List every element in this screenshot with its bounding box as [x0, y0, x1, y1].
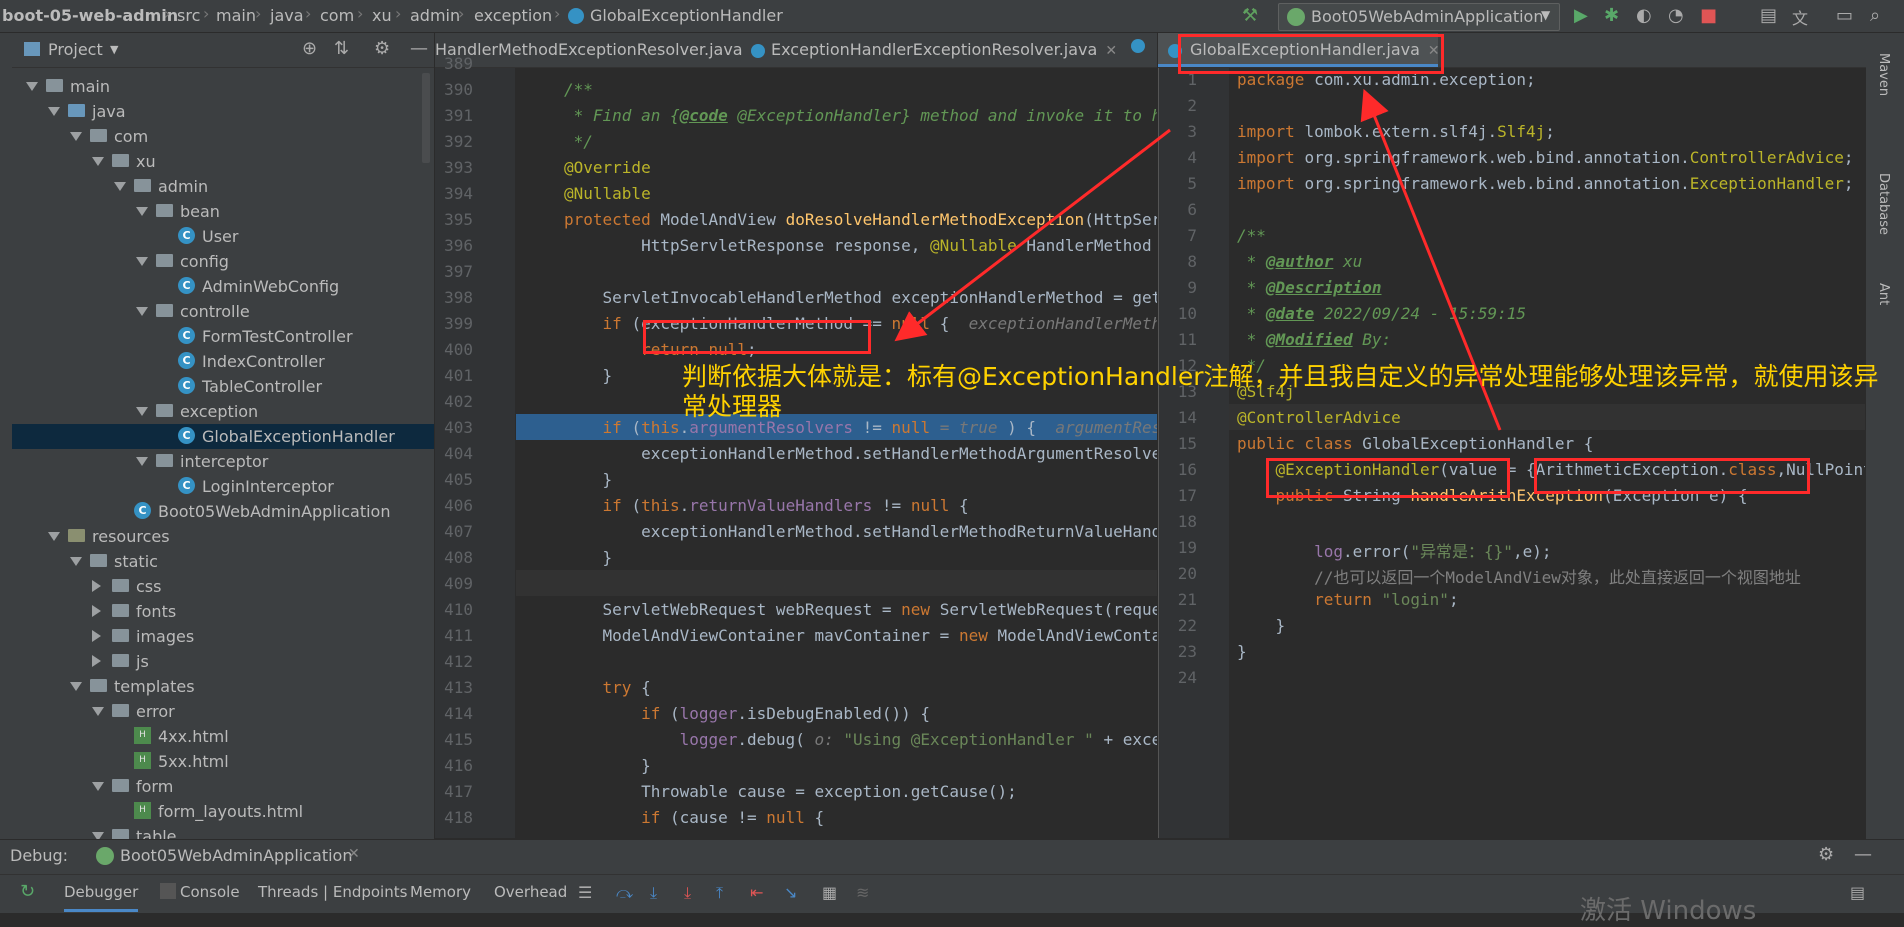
- spring-boot-icon: [96, 847, 114, 865]
- tab-threads-endpoints[interactable]: Threads | Endpoints: [258, 883, 407, 901]
- evaluate-icon[interactable]: ▦: [822, 883, 837, 902]
- list-icon[interactable]: ☰: [578, 883, 592, 902]
- trace-icon[interactable]: ≋: [856, 883, 869, 902]
- rerun-icon[interactable]: ↻: [20, 881, 35, 902]
- gear-icon[interactable]: ⚙: [1818, 844, 1834, 865]
- tab-memory[interactable]: Memory: [410, 883, 471, 901]
- minimize-icon[interactable]: —: [1854, 844, 1872, 865]
- step-over-icon[interactable]: ⤼: [616, 883, 633, 903]
- layout-icon[interactable]: ▤: [1850, 883, 1865, 902]
- tab-debugger[interactable]: Debugger: [64, 883, 139, 912]
- tab-overhead[interactable]: Overhead: [494, 883, 567, 901]
- annotation-arrows: [894, 88, 1502, 431]
- tab-console[interactable]: Console: [180, 883, 240, 901]
- annotation-text: 判断依据大体就是：标有@ExceptionHandler注解，并且我自定义的异常…: [682, 362, 1879, 421]
- run-to-cursor-icon[interactable]: ↘: [784, 883, 797, 902]
- console-icon: [160, 883, 176, 899]
- close-icon[interactable]: ✕: [348, 846, 360, 862]
- force-step-into-icon[interactable]: ⤓: [684, 883, 691, 903]
- windows-watermark: 激活 Windows: [1580, 896, 1757, 926]
- drop-frame-icon[interactable]: ⇤: [750, 883, 763, 902]
- debug-label: Debug:: [10, 846, 69, 865]
- step-out-icon[interactable]: ⤒: [716, 883, 723, 903]
- step-into-icon[interactable]: ⤓: [650, 883, 657, 903]
- debug-toolwindow-header: Debug: Boot05WebAdminApplication ✕ ⚙ —: [0, 839, 1904, 874]
- arrow-to-handler-method: [894, 128, 1171, 342]
- debug-session-tab[interactable]: Boot05WebAdminApplication: [120, 846, 352, 865]
